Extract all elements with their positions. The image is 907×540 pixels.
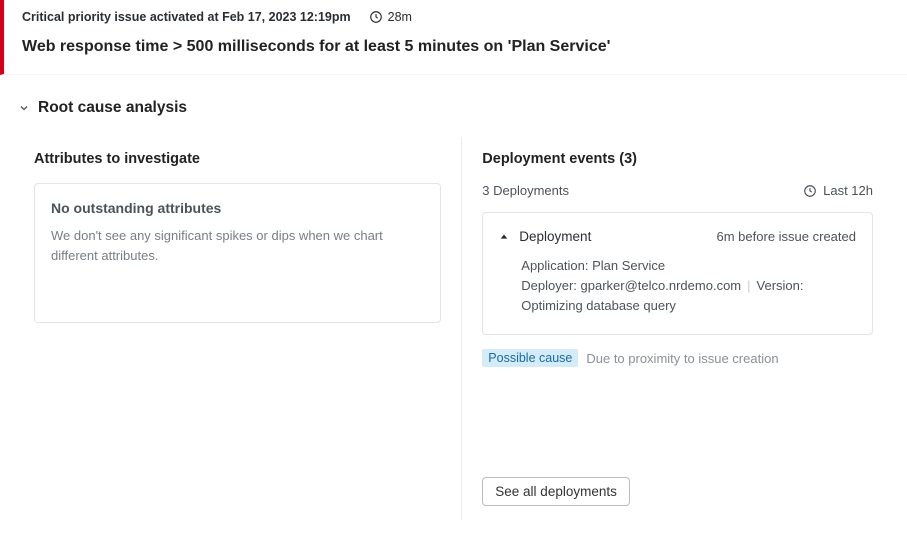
attributes-empty-body: We don't see any significant spikes or d…: [51, 226, 424, 265]
deployment-line2: Deployer: gparker@telco.nrdemo.com | Ver…: [521, 276, 856, 296]
deployments-range[interactable]: Last 12h: [803, 183, 873, 198]
deployment-card-left: Deployment: [499, 229, 591, 244]
deployment-version-line: Version:: [757, 276, 804, 296]
possible-cause-tag[interactable]: Possible cause: [482, 349, 578, 367]
deployment-type: Deployment: [519, 229, 591, 244]
see-all-deployments-button[interactable]: See all deployments: [482, 477, 630, 506]
deployment-deployer-line: Deployer: gparker@telco.nrdemo.com: [521, 276, 741, 296]
possible-cause-desc: Due to proximity to issue creation: [586, 351, 778, 366]
alert-status-text: Critical priority issue activated at Feb…: [22, 10, 351, 24]
deployment-card[interactable]: Deployment 6m before issue created Appli…: [482, 212, 873, 335]
alert-title: Web response time > 500 milliseconds for…: [22, 38, 889, 56]
divider: |: [747, 276, 750, 296]
clock-icon: [369, 10, 383, 24]
clock-icon: [803, 184, 817, 198]
attributes-empty-card: No outstanding attributes We don't see a…: [34, 183, 441, 323]
deployment-desc: Optimizing database query: [521, 296, 856, 316]
deployments-heading: Deployment events (3): [482, 151, 873, 167]
attributes-heading: Attributes to investigate: [34, 151, 441, 167]
alert-banner: Critical priority issue activated at Feb…: [0, 0, 907, 75]
caret-up-icon[interactable]: [499, 232, 509, 242]
deployments-range-label: Last 12h: [823, 183, 873, 198]
deployments-column: Deployment events (3) 3 Deployments Last…: [462, 137, 893, 520]
deployment-details: Application: Plan Service Deployer: gpar…: [521, 256, 856, 316]
deployment-time-relative: 6m before issue created: [717, 229, 856, 244]
deployment-app-line: Application: Plan Service: [521, 256, 856, 276]
attributes-column: Attributes to investigate No outstanding…: [14, 137, 462, 520]
attributes-empty-title: No outstanding attributes: [51, 200, 424, 216]
deployment-tag-row: Possible cause Due to proximity to issue…: [482, 349, 873, 367]
see-all-wrap: See all deployments: [482, 477, 873, 506]
alert-top-row: Critical priority issue activated at Feb…: [22, 10, 889, 24]
alert-duration: 28m: [369, 10, 412, 24]
section-header[interactable]: Root cause analysis: [0, 75, 907, 127]
columns: Attributes to investigate No outstanding…: [0, 127, 907, 540]
alert-duration-text: 28m: [388, 10, 412, 24]
deployments-count-label: 3 Deployments: [482, 183, 569, 198]
deployment-card-top: Deployment 6m before issue created: [499, 229, 856, 244]
chevron-down-icon: [18, 102, 30, 114]
deployments-meta-row: 3 Deployments Last 12h: [482, 183, 873, 198]
section-title: Root cause analysis: [38, 99, 187, 117]
